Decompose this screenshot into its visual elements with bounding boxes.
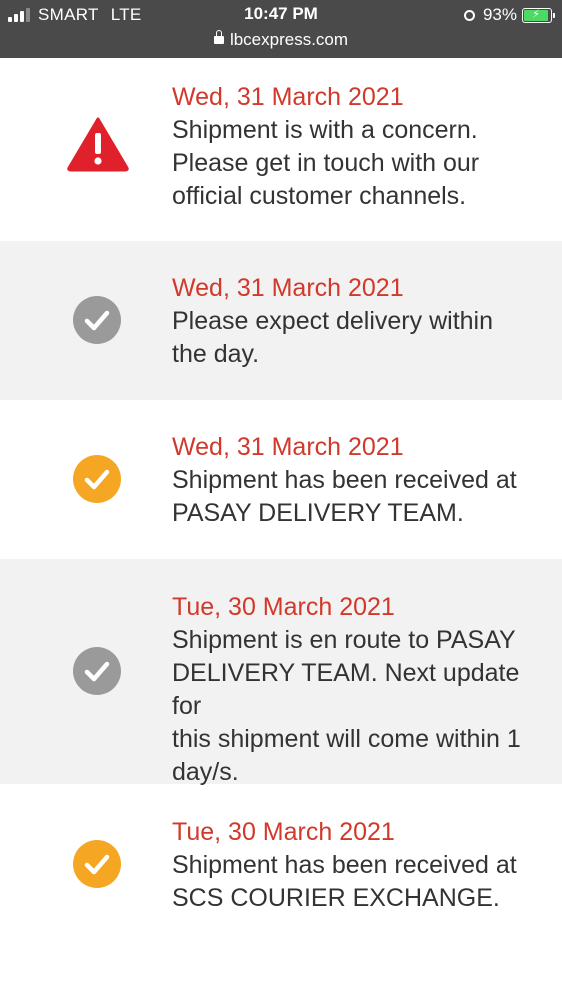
alert-triangle-icon — [66, 116, 130, 172]
entry-message-line: Shipment is with a concern. — [172, 116, 478, 144]
entry-message-line: Shipment is en route to PASAY — [172, 626, 516, 654]
address-bar[interactable]: lbcexpress.com — [0, 30, 562, 50]
entry-message-line: official customer channels. — [172, 182, 467, 210]
entry-message-line: SCS COURIER EXCHANGE. — [172, 884, 500, 912]
timeline-entry: Tue, 30 March 2021 Shipment has been rec… — [0, 784, 562, 1000]
gray-check-icon — [73, 647, 121, 695]
timeline-entry: Wed, 31 March 2021 Please expect deliver… — [0, 241, 562, 400]
entry-message-line: the day. — [172, 340, 260, 368]
lock-icon — [213, 30, 224, 44]
charging-bolt-icon: ⚡ — [532, 8, 540, 21]
battery-icon: ⚡ — [522, 7, 555, 23]
timeline-entry: Tue, 30 March 2021 Shipment is en route … — [0, 559, 562, 786]
battery-level-fill: ⚡ — [524, 8, 549, 21]
entry-message-line: Please get in touch with our — [172, 149, 480, 177]
entry-message-line: Shipment has been received at — [172, 851, 517, 879]
orange-check-icon — [73, 455, 121, 503]
entry-date: Tue, 30 March 2021 — [172, 818, 395, 846]
status-bar: SMART LTE 10:47 PM lbcexpress.com 93% ⚡ — [0, 0, 562, 58]
entry-message-line: Please expect delivery within — [172, 307, 493, 335]
alarm-clock-icon — [463, 9, 475, 21]
entry-message-line: this shipment will come within 1 — [172, 725, 521, 753]
entry-date: Wed, 31 March 2021 — [172, 83, 404, 111]
gray-check-icon — [73, 296, 121, 344]
timeline-entry: Wed, 31 March 2021 Shipment is with a co… — [0, 58, 562, 241]
entry-date: Wed, 31 March 2021 — [172, 433, 404, 461]
entry-message-line: Shipment has been received at — [172, 466, 517, 494]
timeline-entry-text: Wed, 31 March 2021 Shipment has been rec… — [172, 431, 552, 530]
url-text: lbcexpress.com — [229, 30, 349, 49]
entry-message-line: PASAY DELIVERY TEAM. — [172, 499, 464, 527]
tracking-timeline: Wed, 31 March 2021 Shipment is with a co… — [0, 58, 562, 1000]
entry-date: Wed, 31 March 2021 — [172, 274, 404, 302]
entry-message-line: DELIVERY TEAM. Next update for — [172, 659, 520, 720]
timeline-entry-text: Wed, 31 March 2021 Shipment is with a co… — [172, 81, 552, 213]
timeline-entry-text: Wed, 31 March 2021 Please expect deliver… — [172, 272, 552, 371]
status-bar-right: 93% ⚡ — [463, 5, 555, 25]
timeline-entry: Wed, 31 March 2021 Shipment has been rec… — [0, 400, 562, 559]
timeline-entry-text: Tue, 30 March 2021 Shipment is en route … — [172, 591, 552, 789]
orange-check-icon — [73, 840, 121, 888]
timeline-entry-text: Tue, 30 March 2021 Shipment has been rec… — [172, 816, 552, 915]
battery-percent: 93% — [482, 5, 517, 24]
entry-date: Tue, 30 March 2021 — [172, 593, 395, 621]
